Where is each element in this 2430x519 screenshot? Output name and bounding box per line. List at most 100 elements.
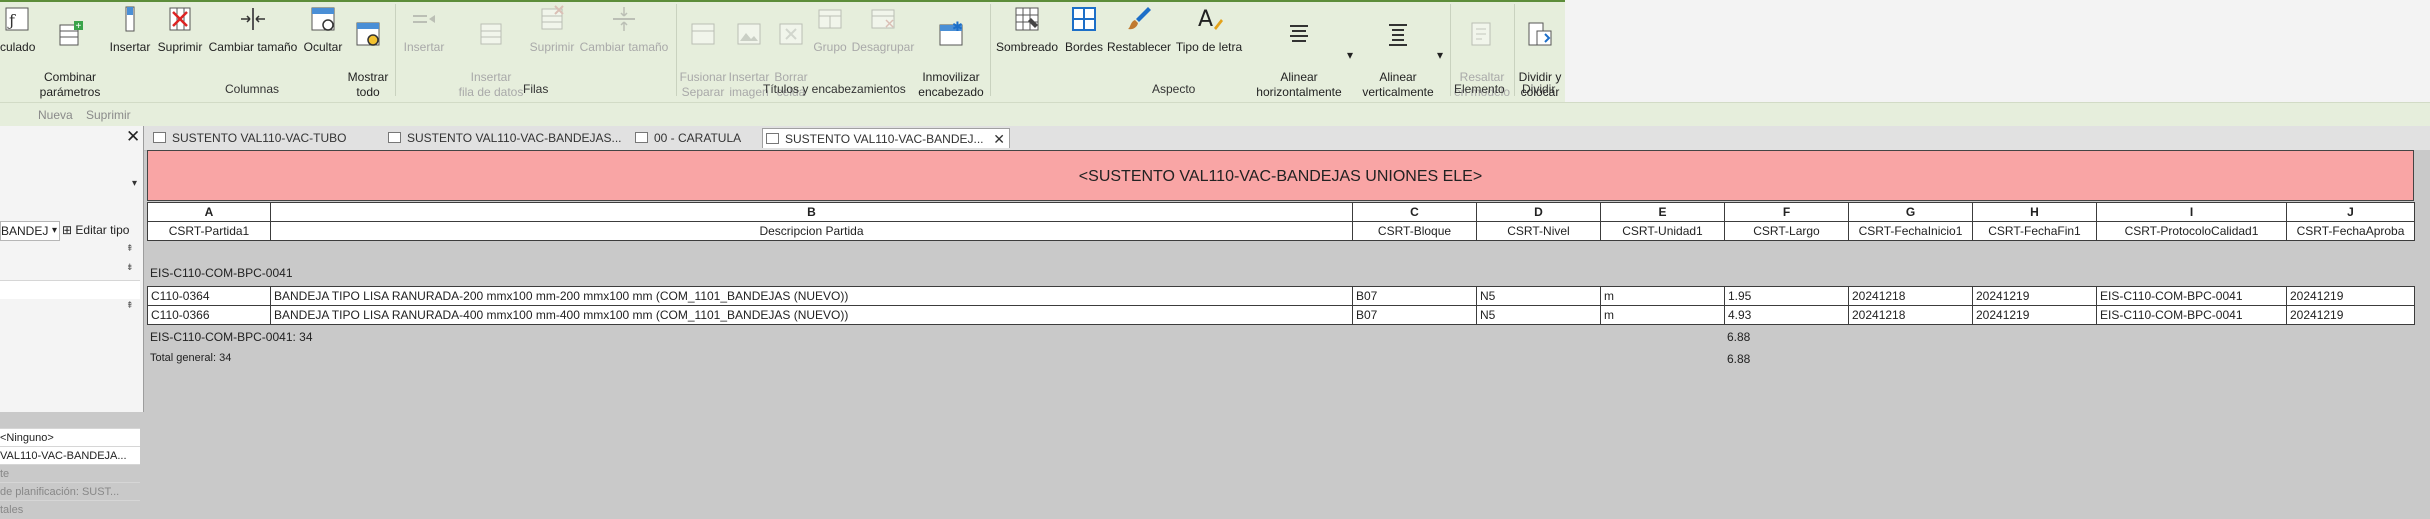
insert-row-button[interactable]: Insertar xyxy=(400,4,448,55)
delete-row-button[interactable]: Suprimir xyxy=(526,4,578,55)
cell-nivel[interactable]: N5 xyxy=(1476,305,1601,325)
group-footer[interactable]: EIS-C110-COM-BPC-0041: 34 xyxy=(150,330,313,344)
insert-row-icon xyxy=(413,15,435,23)
column-letter[interactable]: E xyxy=(1600,202,1725,222)
cell-bloque[interactable]: B07 xyxy=(1352,286,1477,306)
column-header[interactable]: CSRT-ProtocoloCalidad1 xyxy=(2096,221,2287,241)
cell-descripcion[interactable]: BANDEJA TIPO LISA RANURADA-200 mmx100 mm… xyxy=(270,286,1353,306)
column-letter[interactable]: J xyxy=(2286,202,2415,222)
reset-button[interactable]: Restablecer xyxy=(1107,4,1171,55)
hide-column-button[interactable]: Ocultar xyxy=(301,4,345,55)
column-header[interactable]: CSRT-FechaInicio1 xyxy=(1848,221,1973,241)
cell-fecha-fin[interactable]: 20241219 xyxy=(1972,286,2097,306)
align-horizontal-dropdown[interactable]: ▾ xyxy=(1345,48,1355,63)
property-row-name[interactable]: VAL110-VAC-BANDEJA... xyxy=(0,446,140,465)
new-button[interactable]: Nueva xyxy=(38,108,73,122)
ribbon-accent-line xyxy=(0,0,1565,2)
type-selector-dropdown[interactable]: ▾ xyxy=(132,178,137,189)
column-header-row: CSRT-Partida1 Descripcion Partida CSRT-B… xyxy=(147,221,2415,241)
ungroup-button[interactable]: Desagrupar xyxy=(850,4,916,55)
insert-column-button[interactable]: Insertar xyxy=(108,4,152,55)
insert-data-row-button[interactable]: Insertar fila de datos xyxy=(451,4,531,100)
insert-column-icon xyxy=(125,6,135,32)
panel-separator xyxy=(1450,4,1451,96)
font-button[interactable]: A Tipo de letra xyxy=(1172,4,1246,55)
column-header[interactable]: CSRT-Bloque xyxy=(1352,221,1477,241)
column-header[interactable]: CSRT-Nivel xyxy=(1476,221,1601,241)
resize-row-button[interactable]: Cambiar tamaño xyxy=(578,4,670,55)
tab-caratula[interactable]: 00 - CARATULA xyxy=(632,128,752,148)
cell-unidad[interactable]: m xyxy=(1600,305,1725,325)
cell-partida[interactable]: C110-0364 xyxy=(147,286,271,306)
cell-fecha-fin[interactable]: 20241219 xyxy=(1972,305,2097,325)
resize-column-button[interactable]: Cambiar tamaño xyxy=(207,4,299,55)
close-icon[interactable]: ✕ xyxy=(126,127,140,147)
borders-button[interactable]: Bordes xyxy=(1062,4,1106,55)
close-tab-icon[interactable]: ✕ xyxy=(993,129,1005,149)
cell-partida[interactable]: C110-0366 xyxy=(147,305,271,325)
combine-parameters-button[interactable]: + Combinar parámetros xyxy=(38,4,102,100)
scroll-down-icon[interactable]: ⇟ xyxy=(126,262,138,273)
cell-fecha-inicio[interactable]: 20241218 xyxy=(1848,305,1973,325)
cell-descripcion[interactable]: BANDEJA TIPO LISA RANURADA-400 mmx100 mm… xyxy=(270,305,1353,325)
delete-column-button[interactable]: Suprimir xyxy=(154,4,206,55)
property-row-none[interactable]: <Ninguno> xyxy=(0,428,140,447)
column-letter[interactable]: B xyxy=(270,202,1353,222)
grand-total-largo[interactable]: 6.88 xyxy=(1727,352,1750,366)
cell-fecha-aproba[interactable]: 20241219 xyxy=(2286,305,2415,325)
column-header[interactable]: Descripcion Partida xyxy=(270,221,1353,241)
group-total-largo[interactable]: 6.88 xyxy=(1727,330,1750,344)
align-vertical-button[interactable]: Alinear verticalmente xyxy=(1358,4,1438,100)
insert-data-row-icon xyxy=(480,23,502,45)
type-selector[interactable]: BANDEJ ▾ xyxy=(0,221,60,241)
panel-label-rows: Filas xyxy=(523,82,549,96)
column-letter[interactable]: I xyxy=(2096,202,2287,222)
column-letter[interactable]: H xyxy=(1972,202,2097,222)
merge-unmerge-button[interactable]: Fusionar Separar xyxy=(678,4,728,100)
column-header[interactable]: CSRT-Largo xyxy=(1724,221,1849,241)
schedule-icon xyxy=(388,132,401,143)
delete-button[interactable]: Suprimir xyxy=(86,108,131,122)
column-letter[interactable]: A xyxy=(147,202,271,222)
table-row[interactable]: C110-0364 BANDEJA TIPO LISA RANURADA-200… xyxy=(147,286,2415,306)
scroll-up-icon[interactable]: ⇞ xyxy=(126,243,138,254)
column-header[interactable]: CSRT-FechaFin1 xyxy=(1972,221,2097,241)
cell-unidad[interactable]: m xyxy=(1600,286,1725,306)
tab-tubo-ele[interactable]: SUSTENTO VAL110-VAC-TUBO ELE xyxy=(150,128,370,165)
group-button[interactable]: Grupo xyxy=(810,4,850,55)
column-letter[interactable]: D xyxy=(1476,202,1601,222)
cell-fecha-aproba[interactable]: 20241219 xyxy=(2286,286,2415,306)
freeze-header-button[interactable]: ✱ Inmovilizar encabezado xyxy=(916,4,986,100)
properties-panel: ✕ ▾ BANDEJ ▾ ⊞ Editar tipo ⇞ ⇟ ⇞ <Ninguno… xyxy=(0,126,144,516)
column-header[interactable]: CSRT-Partida1 xyxy=(147,221,271,241)
cell-largo[interactable]: 4.93 xyxy=(1724,305,1849,325)
align-vertical-dropdown[interactable]: ▾ xyxy=(1435,48,1445,63)
column-header[interactable]: CSRT-FechaAproba xyxy=(2286,221,2415,241)
svg-text:✱: ✱ xyxy=(952,19,963,34)
column-letter[interactable]: C xyxy=(1352,202,1477,222)
tab-bandejas[interactable]: SUSTENTO VAL110-VAC-BANDEJAS... xyxy=(385,128,625,148)
cell-nivel[interactable]: N5 xyxy=(1476,286,1601,306)
collapse-icon[interactable]: ⇞ xyxy=(126,300,138,311)
ribbon: ƒ culado + Combinar parámetros Insertar … xyxy=(0,0,2430,102)
cell-protocolo[interactable]: EIS-C110-COM-BPC-0041 xyxy=(2096,305,2287,325)
show-all-button[interactable]: Mostrar todo xyxy=(346,4,390,100)
column-letter[interactable]: F xyxy=(1724,202,1849,222)
tab-bandejas-uniones-active[interactable]: SUSTENTO VAL110-VAC-BANDEJ... ✕ xyxy=(762,128,1010,148)
cell-fecha-inicio[interactable]: 20241218 xyxy=(1848,286,1973,306)
cell-largo[interactable]: 1.95 xyxy=(1724,286,1849,306)
table-row[interactable]: C110-0366 BANDEJA TIPO LISA RANURADA-400… xyxy=(147,305,2415,325)
cell-protocolo[interactable]: EIS-C110-COM-BPC-0041 xyxy=(2096,286,2287,306)
edit-type-button[interactable]: ⊞ Editar tipo xyxy=(62,221,129,239)
grand-total-footer[interactable]: Total general: 34 xyxy=(150,352,231,364)
shading-button[interactable]: Sombreado xyxy=(992,4,1062,55)
group-header[interactable]: EIS-C110-COM-BPC-0041 xyxy=(150,266,293,280)
show-all-icon xyxy=(356,22,380,46)
column-letter[interactable]: G xyxy=(1848,202,1973,222)
align-horizontal-button[interactable]: Alinear horizontalmente xyxy=(1250,4,1348,100)
cell-bloque[interactable]: B07 xyxy=(1352,305,1477,325)
column-header[interactable]: CSRT-Unidad1 xyxy=(1600,221,1725,241)
schedule-title[interactable]: <SUSTENTO VAL110-VAC-BANDEJAS UNIONES EL… xyxy=(147,150,2414,201)
property-row[interactable] xyxy=(0,280,140,299)
calculated-button[interactable]: ƒ culado xyxy=(0,4,35,55)
